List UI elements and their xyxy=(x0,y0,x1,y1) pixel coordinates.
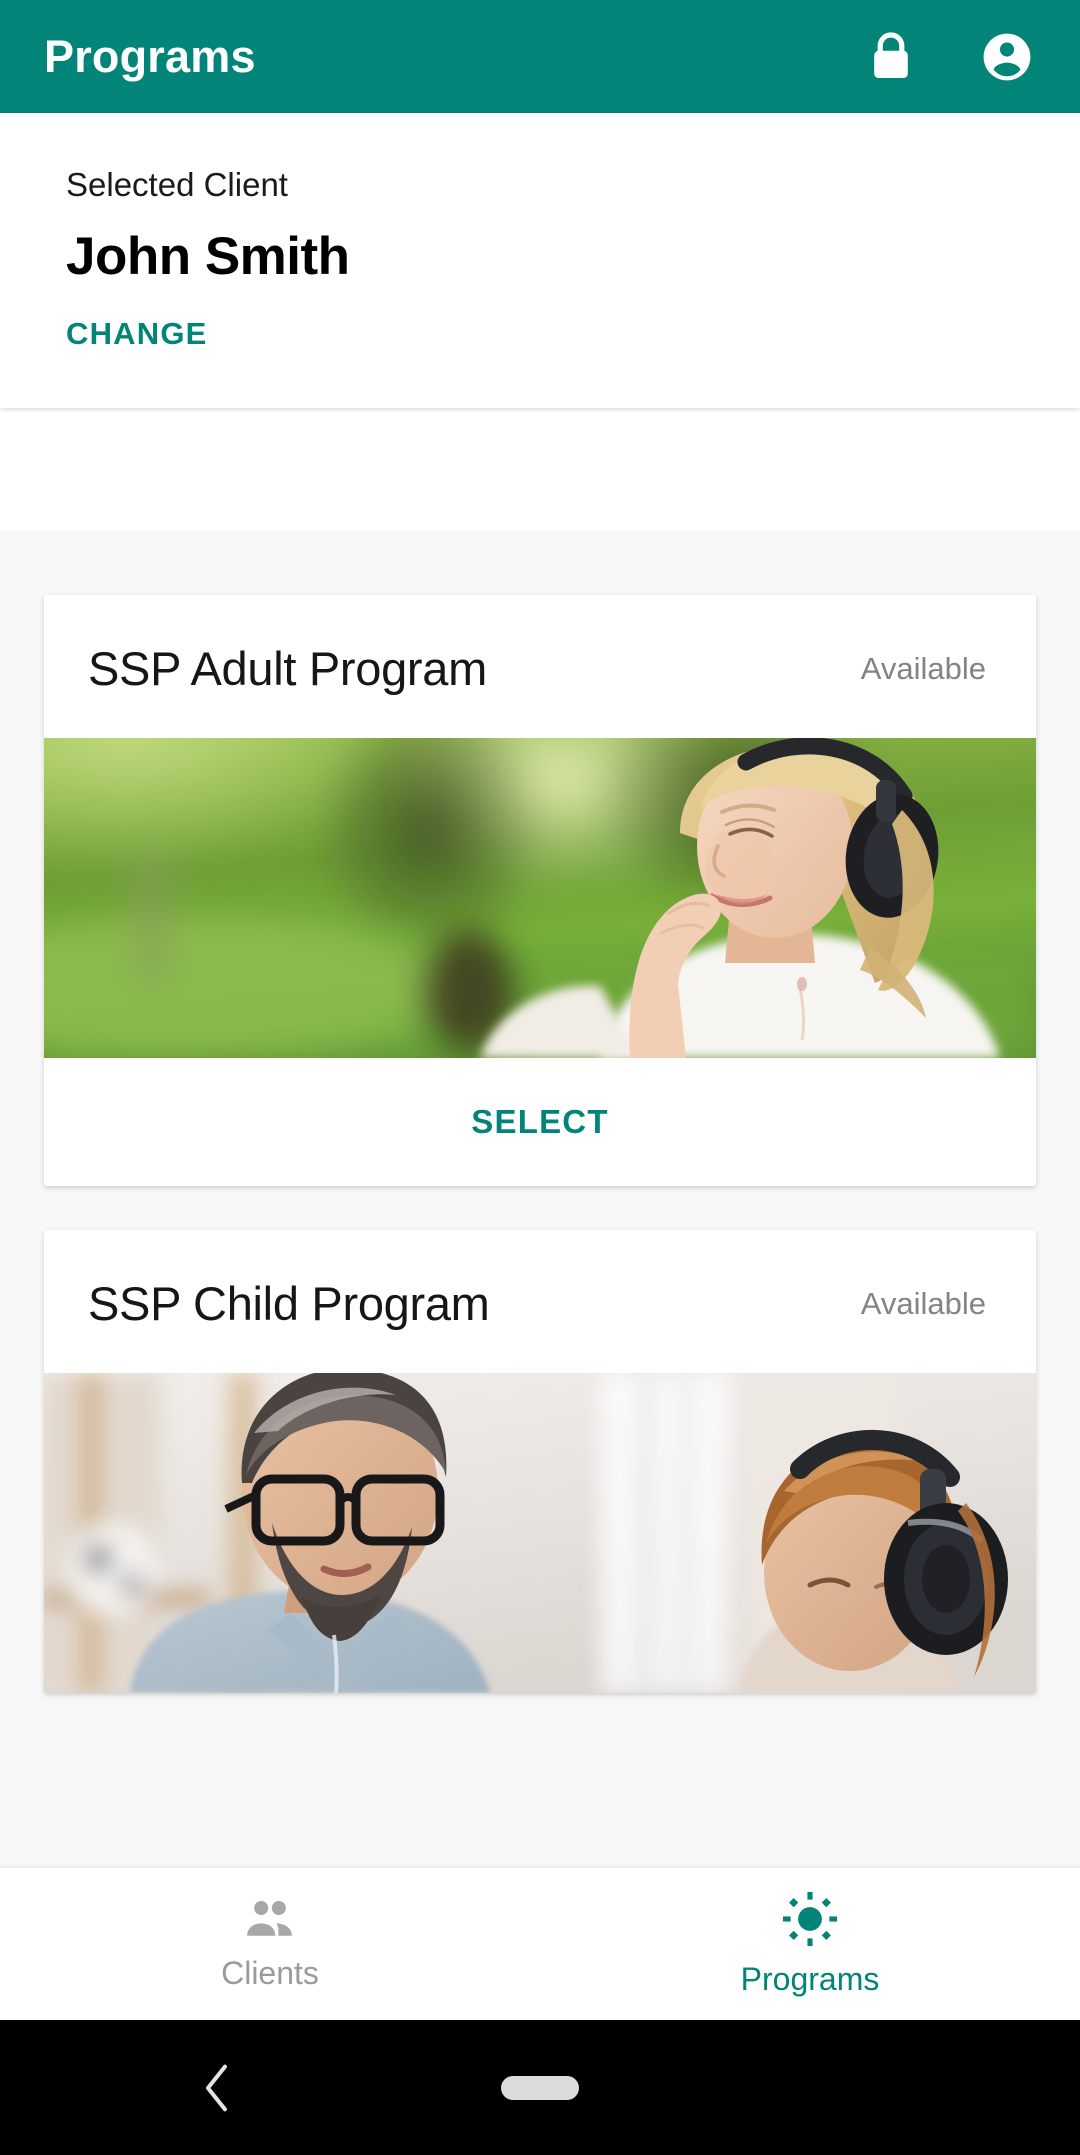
program-title: SSP Adult Program xyxy=(88,642,487,695)
program-image xyxy=(44,738,1036,1058)
account-circle-icon xyxy=(983,33,1031,80)
nav-item-clients[interactable]: Clients xyxy=(0,1868,540,2020)
account-button[interactable] xyxy=(978,28,1036,86)
android-system-nav xyxy=(0,2020,1080,2155)
select-program-button[interactable]: SELECT xyxy=(471,1103,608,1141)
brightness-sun-icon xyxy=(782,1891,838,1946)
selected-client-label: Selected Client xyxy=(66,166,288,203)
selected-client-name: John Smith xyxy=(66,226,350,286)
system-home-button[interactable] xyxy=(501,2075,579,2100)
app-bar: Programs xyxy=(0,0,1080,113)
program-status-badge: Available xyxy=(860,1285,986,1321)
adult-program-photo xyxy=(44,738,1036,1058)
system-back-button[interactable] xyxy=(200,2064,234,2112)
people-icon xyxy=(247,1900,292,1936)
program-card-header: SSP Adult Program Available xyxy=(44,595,1036,738)
page-title: Programs xyxy=(44,30,256,82)
app-bar-actions xyxy=(862,28,1036,86)
change-client-button[interactable]: CHANGE xyxy=(66,316,208,352)
selected-client-panel: Selected Client John Smith CHANGE xyxy=(0,113,1080,408)
nav-item-programs[interactable]: Programs xyxy=(540,1868,1080,2020)
program-title: SSP Child Program xyxy=(88,1277,490,1330)
lock-button[interactable] xyxy=(862,28,920,86)
child-program-photo xyxy=(44,1373,1036,1693)
nav-label-clients: Clients xyxy=(221,1954,319,1991)
program-image xyxy=(44,1373,1036,1693)
program-card[interactable]: SSP Child Program Available xyxy=(44,1230,1036,1693)
program-card-header: SSP Child Program Available xyxy=(44,1230,1036,1373)
program-status-badge: Available xyxy=(860,650,986,686)
back-chevron-icon xyxy=(205,2064,227,2111)
program-card-actions: SELECT xyxy=(44,1058,1036,1186)
nav-label-programs: Programs xyxy=(740,1960,880,1997)
lock-icon xyxy=(874,31,908,78)
programs-scroll-area[interactable]: SSP Adult Program Available SELECT SSP C… xyxy=(0,531,1080,1867)
program-card[interactable]: SSP Adult Program Available SELECT xyxy=(44,595,1036,1186)
bottom-navigation: Clients Programs xyxy=(0,1867,1080,2020)
